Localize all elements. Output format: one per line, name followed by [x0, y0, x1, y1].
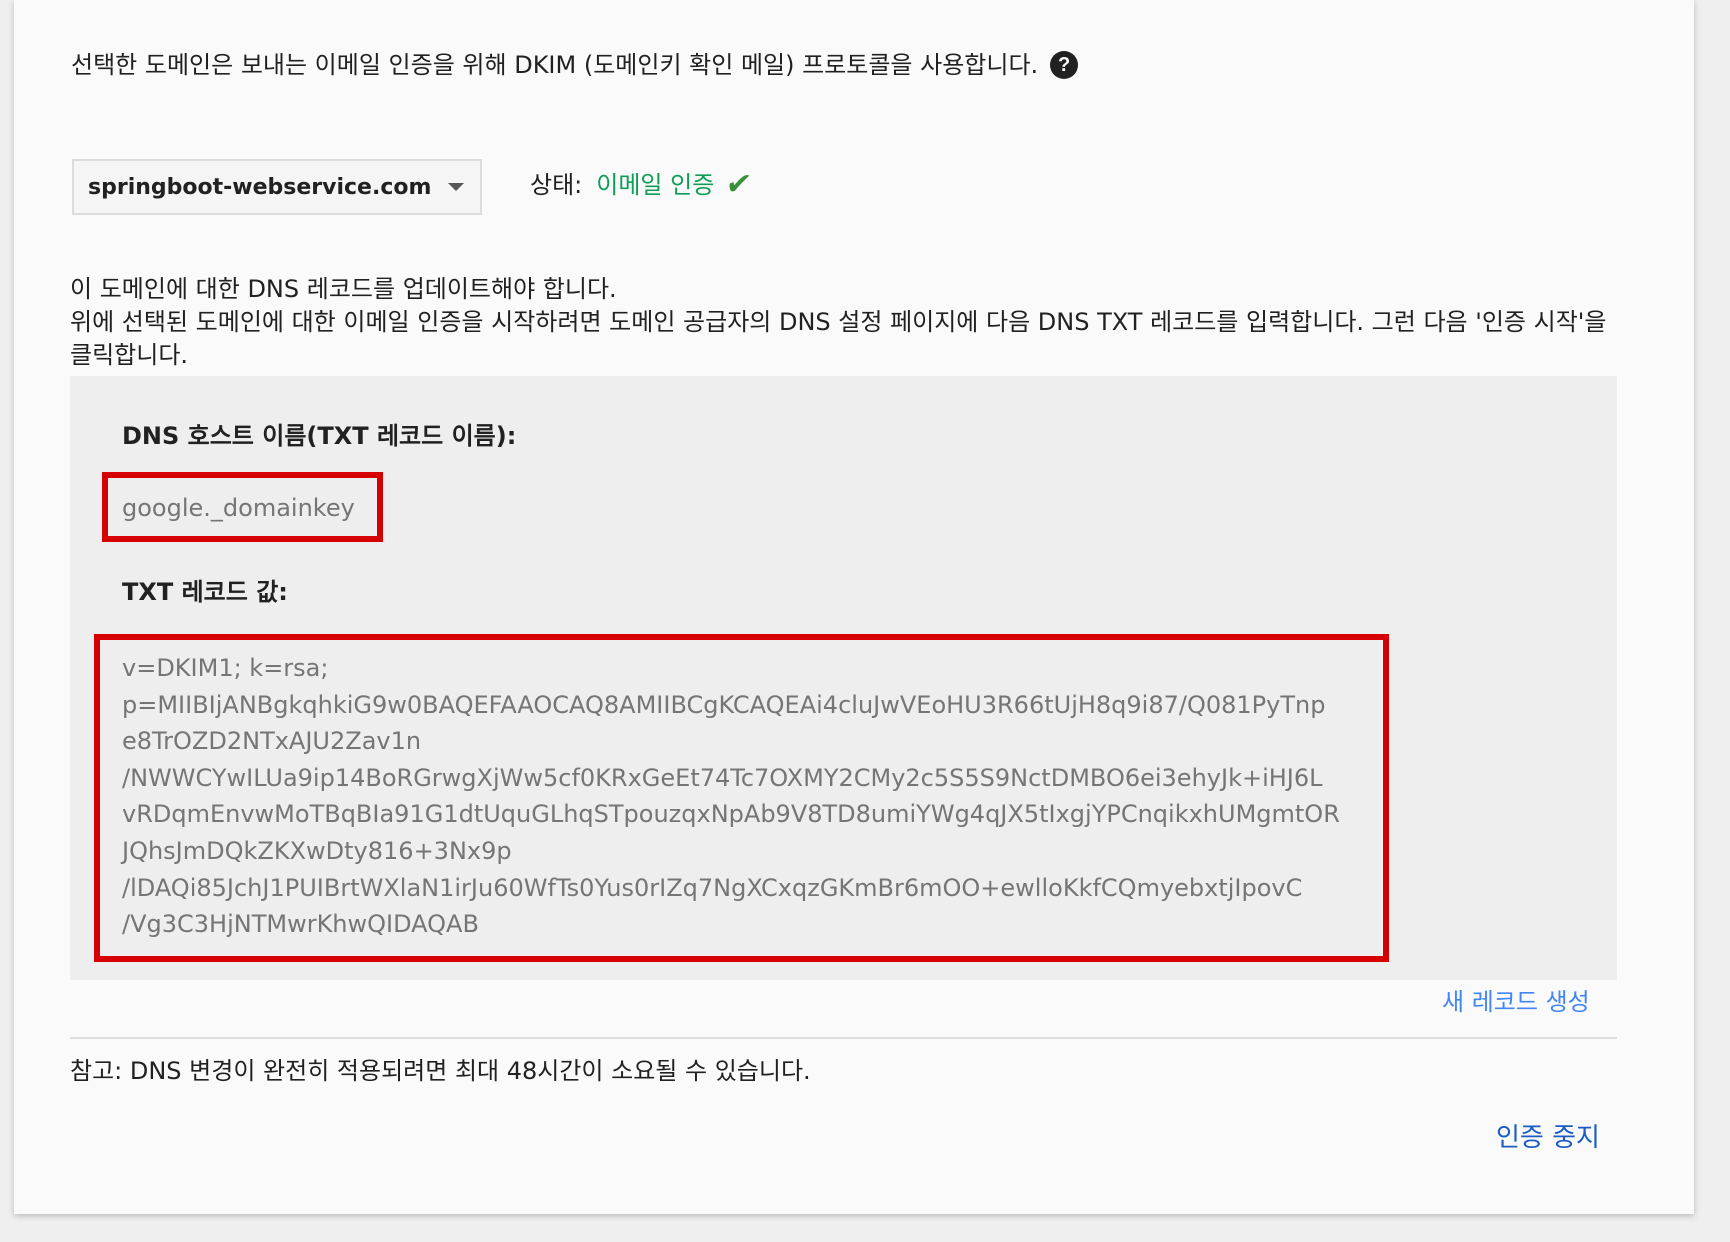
txt-record-line: p=MIIBIjANBgkqhkiG9w0BAQEFAAOCAQ8AMIIBCg… — [122, 690, 1326, 719]
check-icon: ✔ — [723, 167, 754, 202]
dkim-settings-panel: 선택한 도메인은 보내는 이메일 인증을 위해 DKIM (도메인키 확인 메일… — [14, 0, 1694, 1214]
stop-authentication-button[interactable]: 인증 중지 — [1496, 1117, 1600, 1154]
txt-record-line: e8TrOZD2NTxAJU2Zav1n — [122, 727, 422, 756]
txt-record-line: /NWWCYwILUa9ip14BoRGrwgXjWw5cf0KRxGeEt74… — [122, 763, 1323, 792]
chevron-down-icon — [448, 183, 464, 191]
txt-record-line: /lDAQi85JchJ1PUIBrtWXlaN1irJu60WfTs0Yus0… — [122, 873, 1303, 902]
txt-record-title: TXT 레코드 값: — [122, 578, 288, 606]
notice-line-1: 이 도메인에 대한 DNS 레코드를 업데이트해야 합니다. — [70, 275, 617, 303]
txt-record-line: JQhsJmDQkZKXwDty816+3Nx9p — [122, 836, 512, 865]
generate-new-record-link[interactable]: 새 레코드 생성 — [1442, 982, 1590, 1017]
dns-host-title: DNS 호스트 이름(TXT 레코드 이름): — [122, 422, 517, 450]
auth-status: 상태: 이메일 인증 ✔ — [530, 167, 754, 202]
status-value: 이메일 인증 — [596, 171, 715, 199]
dns-update-notice: 이 도메인에 대한 DNS 레코드를 업데이트해야 합니다. 위에 선택된 도메… — [70, 273, 1630, 372]
notice-line-2: 위에 선택된 도메인에 대한 이메일 인증을 시작하려면 도메인 공급자의 DN… — [70, 308, 1607, 369]
intro-text: 선택한 도메인은 보내는 이메일 인증을 위해 DKIM (도메인키 확인 메일… — [71, 51, 1039, 79]
domain-select-value: springboot-webservice.com — [88, 174, 432, 200]
txt-record-line: vRDqmEnvwMoTBqBIa91G1dtUquGLhqSTpouzqxNp… — [122, 800, 1340, 829]
divider — [70, 1037, 1617, 1039]
propagation-note: 참고: DNS 변경이 완전히 적용되려면 최대 48시간이 소요될 수 있습니… — [70, 1057, 811, 1085]
txt-record-line: v=DKIM1; k=rsa; — [122, 654, 329, 682]
status-label: 상태: — [530, 171, 583, 199]
domain-select[interactable]: springboot-webservice.com — [72, 159, 482, 215]
txt-record-line: /Vg3C3HjNTMwrKhwQIDAQAB — [122, 910, 479, 939]
dkim-intro: 선택한 도메인은 보내는 이메일 인증을 위해 DKIM (도메인키 확인 메일… — [71, 48, 1079, 82]
dns-record-box: DNS 호스트 이름(TXT 레코드 이름): google._domainke… — [70, 376, 1617, 980]
help-circle-icon[interactable]: ? — [1050, 51, 1079, 79]
txt-record-value[interactable]: v=DKIM1; k=rsa; p=MIIBIjANBgkqhkiG9w0BAQ… — [122, 650, 1362, 943]
dns-host-value[interactable]: google._domainkey — [122, 494, 355, 522]
